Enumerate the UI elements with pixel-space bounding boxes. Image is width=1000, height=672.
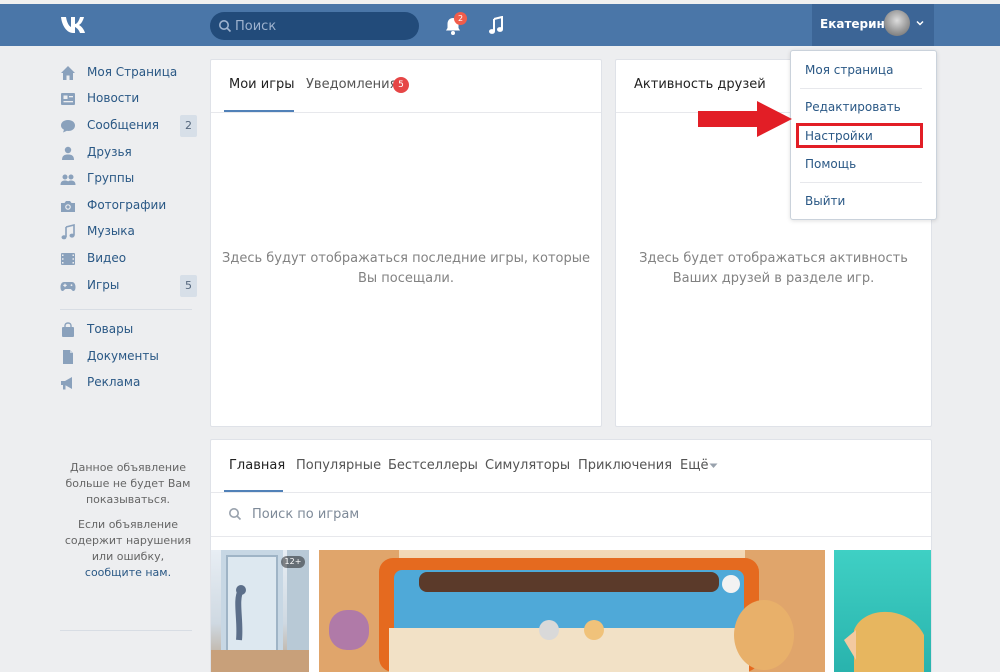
sidebar-item-label: Фотографии <box>87 198 167 212</box>
sidebar-item-my-page[interactable]: Моя Страница <box>60 62 200 84</box>
sidebar-item-ads[interactable]: Реклама <box>60 372 200 394</box>
vk-logo-icon[interactable] <box>60 14 94 36</box>
tab-popular[interactable]: Популярные <box>296 458 381 473</box>
sidebar-item-label: Документы <box>87 349 159 363</box>
menu-divider <box>800 182 922 183</box>
music-icon[interactable] <box>487 16 505 36</box>
caret-down-icon <box>709 463 718 468</box>
friends-empty-line1: Здесь будет отображаться активность <box>639 251 908 266</box>
tabs-divider <box>211 112 601 113</box>
friends-empty-message: Здесь будет отображаться активность Ваши… <box>616 249 931 289</box>
menu-item-edit[interactable]: Редактировать <box>805 100 901 114</box>
menu-divider <box>800 88 922 89</box>
sidebar-item-label: Сообщения <box>87 118 160 132</box>
document-icon <box>63 350 73 364</box>
groups-icon <box>60 174 76 185</box>
messages-icon <box>61 120 75 133</box>
music-icon <box>61 224 75 240</box>
tab-adventures[interactable]: Приключения <box>578 458 672 473</box>
restaurant-game-illustration <box>319 550 825 672</box>
messages-count-badge: 2 <box>180 115 197 137</box>
sidebar-item-news[interactable]: Новости <box>60 88 200 110</box>
sidebar-item-label: Новости <box>87 91 140 105</box>
my-games-panel <box>210 59 602 427</box>
notifications-badge: 2 <box>454 12 467 25</box>
tab-main[interactable]: Главная <box>229 458 285 473</box>
news-icon <box>61 93 75 105</box>
sidebar-item-goods[interactable]: Товары <box>60 319 200 341</box>
game-thumbnail[interactable] <box>834 550 931 672</box>
game-thumbnail-featured[interactable] <box>319 550 825 672</box>
search-box[interactable] <box>210 12 419 40</box>
catalog-search-divider <box>211 536 931 537</box>
sidebar-item-friends[interactable]: Друзья <box>60 142 200 164</box>
menu-item-logout[interactable]: Выйти <box>805 194 845 208</box>
gamepad-icon <box>60 282 76 291</box>
sidebar-item-groups[interactable]: Группы <box>60 168 200 190</box>
home-icon <box>61 66 75 80</box>
sidebar-item-label: Реклама <box>87 375 141 389</box>
sidebar-item-documents[interactable]: Документы <box>60 346 200 368</box>
catalog-tabs-divider <box>211 492 931 493</box>
sidebar-item-label: Музыка <box>87 224 135 238</box>
games-search-input[interactable] <box>252 502 912 526</box>
my-games-empty-message: Здесь будут отображаться последние игры,… <box>211 249 601 289</box>
menu-item-help[interactable]: Помощь <box>805 157 856 171</box>
tab-bestsellers[interactable]: Бестселлеры <box>388 458 478 473</box>
door-scene-illustration <box>211 550 309 672</box>
megaphone-icon <box>61 377 72 390</box>
ad-report-text: Если объявление содержит нарушения или о… <box>64 518 192 563</box>
game-thumbnail[interactable] <box>211 550 309 672</box>
top-bar: 2 Екатерина <box>0 0 1000 46</box>
sidebar-divider <box>60 309 192 310</box>
shopping-bag-icon <box>62 322 74 337</box>
user-name: Екатерина <box>820 17 893 31</box>
friends-activity-title: Активность друзей <box>634 77 766 92</box>
sidebar-item-label: Игры <box>87 278 120 292</box>
age-rating-badge: 12+ <box>281 556 305 568</box>
sidebar-item-messages[interactable]: Сообщения 2 <box>60 115 200 137</box>
sidebar-item-video[interactable]: Видео <box>60 248 200 270</box>
my-games-empty-line1: Здесь будут отображаться последние игры,… <box>222 251 590 266</box>
my-games-empty-line2: Вы посещали. <box>357 271 454 286</box>
tab-my-games[interactable]: Мои игры <box>229 77 295 92</box>
red-arrow-icon <box>698 101 792 137</box>
sidebar-item-label: Друзья <box>87 145 132 159</box>
sidebar-item-photos[interactable]: Фотографии <box>60 195 200 217</box>
sidebar-item-games[interactable]: Игры 5 <box>60 275 200 297</box>
tab-notifications[interactable]: Уведомления <box>306 77 397 92</box>
sidebar-item-music[interactable]: Музыка <box>60 221 200 243</box>
friends-empty-line2: Ваших друзей в разделе игр. <box>672 271 875 286</box>
chevron-down-icon <box>916 20 924 26</box>
sidebar-item-label: Моя Страница <box>87 65 178 79</box>
tab-simulators[interactable]: Симуляторы <box>485 458 570 473</box>
tab-more[interactable]: Ещё <box>680 458 708 473</box>
avatar <box>884 10 910 36</box>
sidebar-bottom-divider <box>60 630 192 631</box>
menu-item-my-page[interactable]: Моя страница <box>805 63 893 77</box>
sidebar-item-label: Группы <box>87 171 135 185</box>
games-count-badge: 5 <box>180 275 197 297</box>
search-input[interactable] <box>235 12 415 40</box>
elf-character-illustration <box>844 611 924 672</box>
sidebar-item-label: Товары <box>87 322 134 336</box>
ad-hidden-note: Данное объявление больше не будет Вам по… <box>65 461 191 506</box>
search-icon <box>219 20 232 33</box>
profile-menu-button[interactable]: Екатерина <box>812 4 934 46</box>
settings-highlight-box <box>796 123 923 148</box>
photos-icon <box>61 201 75 212</box>
sidebar-item-label: Видео <box>87 251 127 265</box>
ad-report-link[interactable]: сообщите нам. <box>85 566 171 579</box>
video-icon <box>61 253 75 265</box>
search-icon <box>229 508 242 521</box>
friends-icon <box>62 146 74 160</box>
notifications-tab-badge: 5 <box>393 77 409 93</box>
ad-report-note: Если объявление содержит нарушения или о… <box>64 517 192 581</box>
